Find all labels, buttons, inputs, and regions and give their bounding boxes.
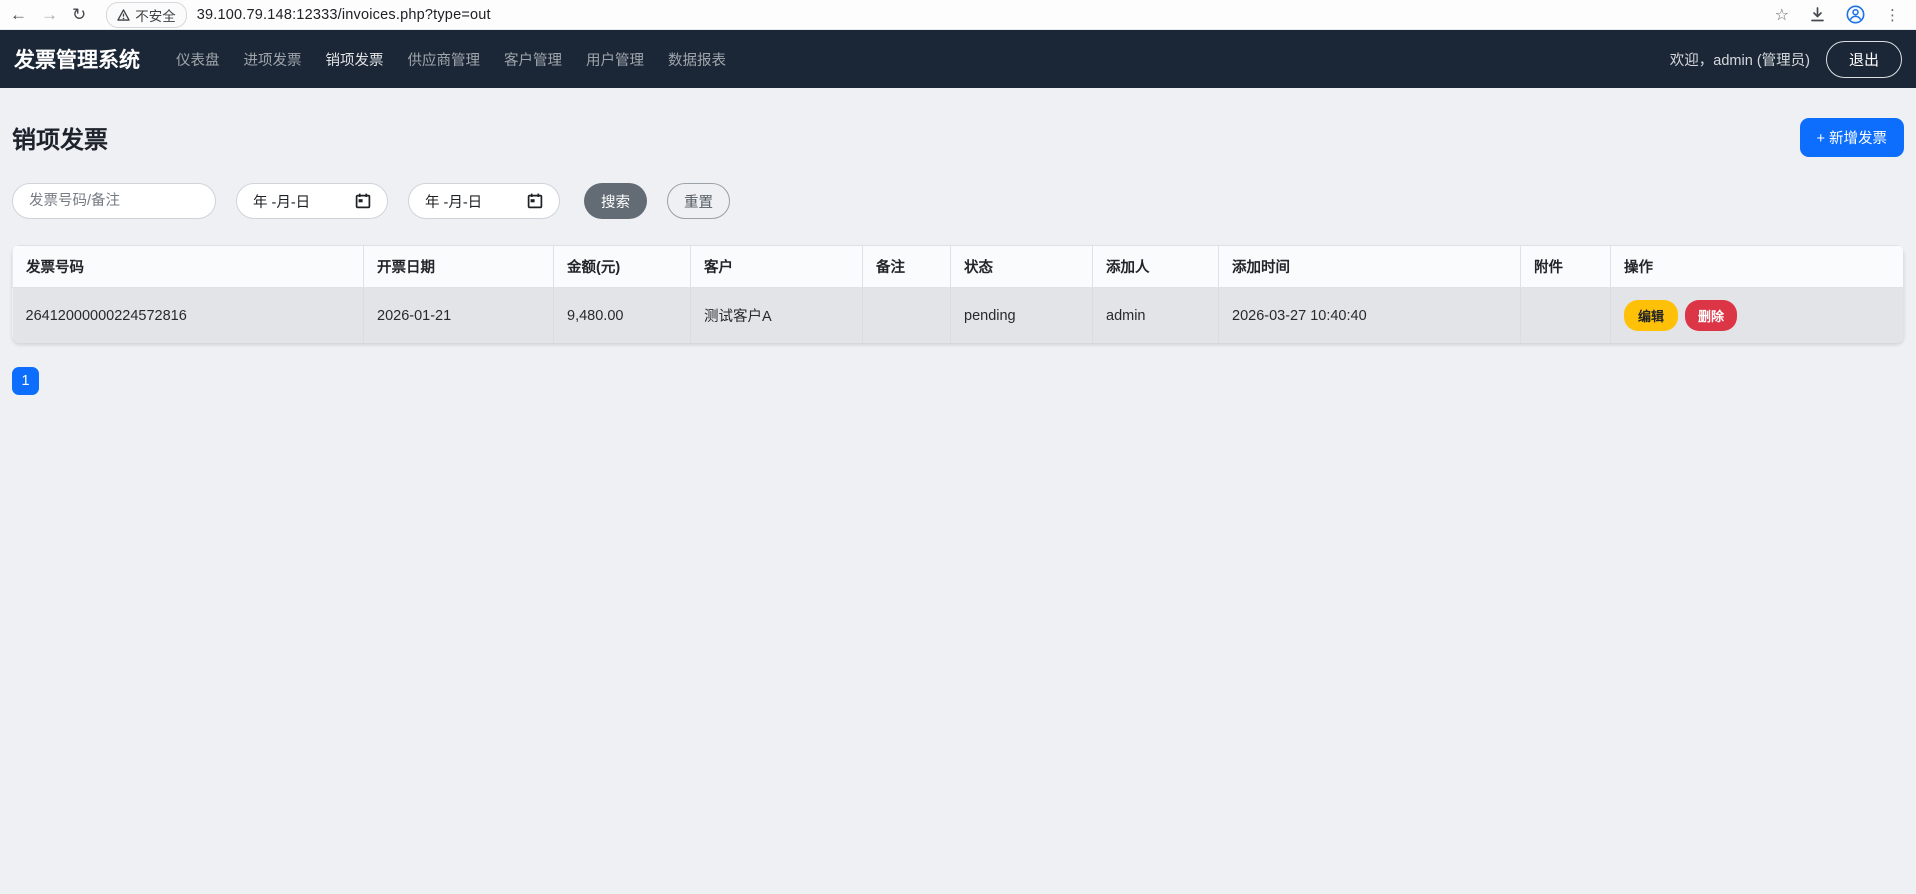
bookmark-star-icon[interactable]: ☆ <box>1775 5 1789 25</box>
cell-added-by: admin <box>1092 287 1219 343</box>
cell-remark <box>862 287 951 343</box>
nav-item-suppliers[interactable]: 供应商管理 <box>398 41 491 78</box>
cell-invoice-date: 2026-01-21 <box>363 287 554 343</box>
warning-icon <box>117 8 130 21</box>
cell-status: pending <box>950 287 1093 343</box>
col-invoice-date: 开票日期 <box>363 245 554 288</box>
page-container: 销项发票 + 新增发票 年 -月-日 年 -月-日 搜索 重置 <box>0 118 1916 395</box>
browser-actions: ☆ ⋮ <box>1775 5 1906 25</box>
col-invoice-no: 发票号码 <box>12 245 364 288</box>
col-amount: 金额(元) <box>553 245 691 288</box>
calendar-icon[interactable] <box>355 193 371 209</box>
download-icon[interactable] <box>1809 6 1826 23</box>
app-navbar: 发票管理系统 仪表盘 进项发票 销项发票 供应商管理 客户管理 用户管理 数据报… <box>0 30 1916 88</box>
col-remark: 备注 <box>862 245 951 288</box>
browser-menu-icon[interactable]: ⋮ <box>1885 6 1900 24</box>
date-from-input[interactable]: 年 -月-日 <box>236 183 388 219</box>
add-invoice-button[interactable]: + 新增发票 <box>1799 118 1904 157</box>
cell-customer: 测试客户A <box>690 287 863 343</box>
filter-bar: 年 -月-日 年 -月-日 搜索 重置 <box>12 183 1904 219</box>
back-icon[interactable]: ← <box>10 6 27 23</box>
cell-amount: 9,480.00 <box>553 287 691 343</box>
col-customer: 客户 <box>690 245 863 288</box>
welcome-text: 欢迎，admin (管理员) <box>1669 52 1810 69</box>
cell-added-time: 2026-03-27 10:40:40 <box>1218 287 1521 343</box>
delete-button[interactable]: 删除 <box>1685 300 1738 331</box>
page-header: 销项发票 + 新增发票 <box>12 118 1904 157</box>
logout-button[interactable]: 退出 <box>1825 40 1902 78</box>
brand-title[interactable]: 发票管理系统 <box>14 44 140 74</box>
refresh-icon[interactable]: ↻ <box>72 6 86 23</box>
keyword-search-input[interactable] <box>12 183 216 219</box>
page-button-1[interactable]: 1 <box>12 367 39 395</box>
nav-item-input-invoices[interactable]: 进项发票 <box>234 41 312 78</box>
date-from-value: 年 -月-日 <box>253 194 311 211</box>
nav-item-users[interactable]: 用户管理 <box>576 41 654 78</box>
col-added-time: 添加时间 <box>1218 245 1521 288</box>
col-attachment: 附件 <box>1520 245 1611 288</box>
page-title: 销项发票 <box>12 127 108 154</box>
navbar-right: 欢迎，admin (管理员) 退出 <box>1669 40 1902 78</box>
browser-toolbar: ← → ↻ 不安全 39.100.79.148:12333/invoices.p… <box>0 0 1916 30</box>
date-to-value: 年 -月-日 <box>425 194 483 211</box>
cell-attachment <box>1520 287 1611 343</box>
security-chip-label: 不安全 <box>135 8 176 24</box>
invoice-table: 发票号码 开票日期 金额(元) 客户 备注 状态 添加人 添加时间 附件 操作 … <box>12 245 1904 343</box>
url-text[interactable]: 39.100.79.148:12333/invoices.php?type=ou… <box>197 7 491 23</box>
nav-item-customers[interactable]: 客户管理 <box>494 41 572 78</box>
cell-invoice-no: 26412000000224572816 <box>12 287 364 343</box>
reset-button[interactable]: 重置 <box>667 183 730 219</box>
table-header-row: 发票号码 开票日期 金额(元) 客户 备注 状态 添加人 添加时间 附件 操作 <box>12 245 1904 288</box>
profile-icon[interactable] <box>1846 5 1865 24</box>
cell-actions: 编辑 删除 <box>1610 287 1904 343</box>
date-to-input[interactable]: 年 -月-日 <box>408 183 560 219</box>
search-button[interactable]: 搜索 <box>584 183 647 219</box>
col-actions: 操作 <box>1610 245 1904 288</box>
table-row: 26412000000224572816 2026-01-21 9,480.00… <box>12 287 1904 343</box>
nav-item-dashboard[interactable]: 仪表盘 <box>166 41 230 78</box>
edit-button[interactable]: 编辑 <box>1624 300 1679 331</box>
col-added-by: 添加人 <box>1092 245 1219 288</box>
pagination: 1 <box>12 367 1904 395</box>
nav-item-output-invoices[interactable]: 销项发票 <box>316 41 394 78</box>
nav-item-reports[interactable]: 数据报表 <box>658 41 736 78</box>
security-chip[interactable]: 不安全 <box>106 1 187 28</box>
main-nav: 仪表盘 进项发票 销项发票 供应商管理 客户管理 用户管理 数据报表 <box>166 41 736 78</box>
forward-icon[interactable]: → <box>41 6 58 23</box>
address-bar[interactable]: 不安全 39.100.79.148:12333/invoices.php?typ… <box>100 1 1760 28</box>
col-status: 状态 <box>950 245 1093 288</box>
calendar-icon[interactable] <box>527 193 543 209</box>
